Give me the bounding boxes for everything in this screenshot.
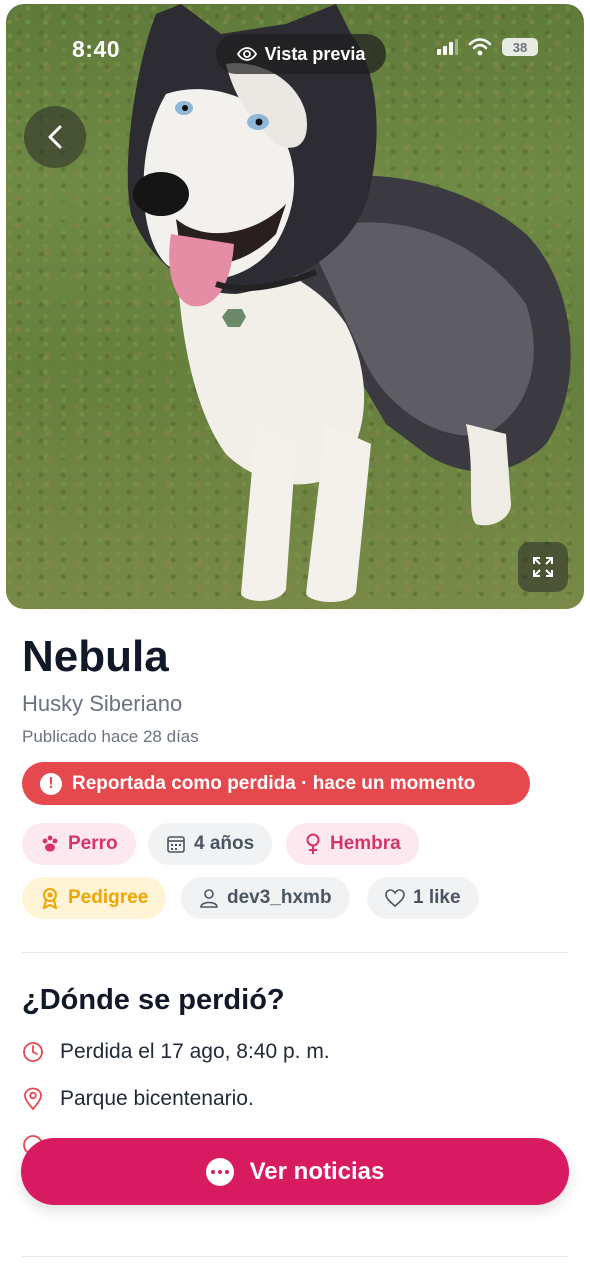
preview-label: Vista previa xyxy=(264,43,366,64)
lost-section-title: ¿Dónde se perdió? xyxy=(22,984,285,1016)
chip-sex: Hembra xyxy=(286,823,419,865)
expand-icon xyxy=(533,557,553,577)
lost-status-banner: ! Reportada como perdida · hace un momen… xyxy=(22,762,530,805)
back-button[interactable] xyxy=(24,106,86,168)
view-news-button[interactable]: Ver noticias xyxy=(21,1138,569,1205)
location-pin-icon xyxy=(24,1087,42,1111)
dog-illustration xyxy=(127,4,571,602)
lost-date-text: Perdida el 17 ago, 8:40 p. m. xyxy=(60,1040,330,1063)
chip-likes-label: 1 like xyxy=(413,887,461,908)
lost-date-row: Perdida el 17 ago, 8:40 p. m. xyxy=(22,1040,330,1064)
chip-species: Perro xyxy=(22,823,136,865)
eye-icon xyxy=(236,47,257,61)
female-icon xyxy=(306,833,320,854)
alert-icon: ! xyxy=(40,772,62,795)
signal-icon xyxy=(437,39,458,55)
chip-species-label: Perro xyxy=(68,833,118,854)
status-icons: 38 xyxy=(436,38,538,56)
lost-status-text: Reportada como perdida · hace un momento xyxy=(72,772,476,794)
chip-age: 4 años xyxy=(148,823,273,865)
chevron-left-icon xyxy=(48,125,62,149)
user-icon xyxy=(200,889,218,908)
chip-pedigree-label: Pedigree xyxy=(68,887,149,908)
chip-pedigree: Pedigree xyxy=(22,877,167,919)
battery-icon: 38 xyxy=(502,38,538,56)
lost-place-text: Parque bicentenario. xyxy=(60,1087,254,1110)
pet-breed: Husky Siberiano xyxy=(22,691,183,716)
view-news-label: Ver noticias xyxy=(249,1157,385,1185)
preview-pill: Vista previa xyxy=(216,34,386,74)
pet-photo[interactable]: 8:40 Vista previa 38 xyxy=(6,4,584,609)
chip-age-label: 4 años xyxy=(194,833,255,854)
award-icon xyxy=(42,888,58,909)
calendar-icon xyxy=(167,836,185,853)
chip-sex-label: Hembra xyxy=(330,833,401,854)
section-divider xyxy=(22,952,568,953)
pet-name: Nebula xyxy=(22,632,169,681)
status-time: 8:40 xyxy=(72,36,121,62)
heart-icon xyxy=(385,889,405,907)
clock-icon xyxy=(23,1042,43,1062)
published-date: Publicado hace 28 días xyxy=(22,727,199,746)
chip-likes[interactable]: 1 like xyxy=(367,877,479,919)
chip-owner-label: dev3_hxmb xyxy=(227,887,332,908)
wifi-icon xyxy=(468,38,492,56)
paw-icon xyxy=(42,835,58,852)
chat-bubble-icon xyxy=(205,1157,234,1186)
lost-place-row: Parque bicentenario. xyxy=(22,1087,254,1111)
chip-owner[interactable]: dev3_hxmb xyxy=(181,877,350,919)
bottom-divider xyxy=(22,1256,568,1257)
expand-photo-button[interactable] xyxy=(518,542,568,592)
